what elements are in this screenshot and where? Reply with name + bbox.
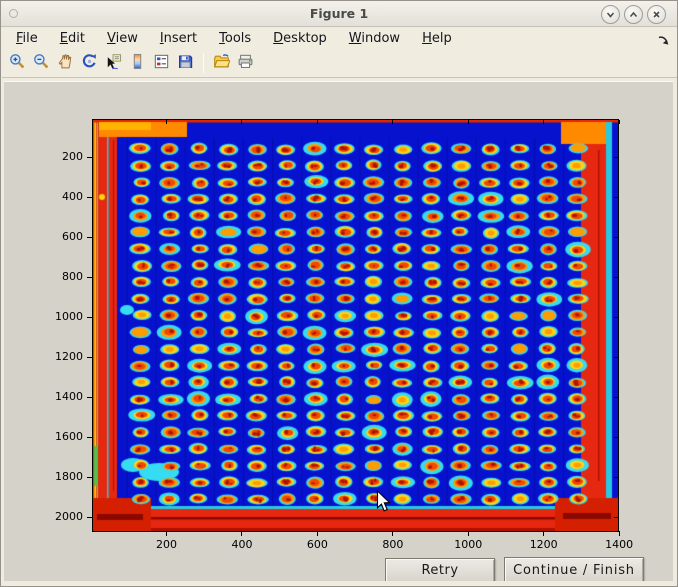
y-tick: [87, 277, 92, 278]
y-tick: [87, 317, 92, 318]
save-figure-button[interactable]: [174, 52, 197, 75]
y-tick-right: [614, 317, 618, 318]
y-tick-label: 400: [39, 190, 83, 203]
y-tick: [87, 477, 92, 478]
insert-legend-button[interactable]: [150, 52, 173, 75]
mouse-cursor: [376, 490, 392, 517]
y-tick-right: [614, 237, 618, 238]
y-tick-label: 200: [39, 150, 83, 163]
x-tick-top: [241, 120, 242, 124]
y-tick-label: 1800: [39, 470, 83, 483]
x-tick: [166, 531, 167, 536]
rotate-3d-button[interactable]: [78, 52, 101, 75]
x-tick-label: 400: [220, 538, 264, 551]
y-tick-label: 2000: [39, 510, 83, 523]
menu-item-edit[interactable]: Edit: [52, 30, 93, 47]
y-tick: [87, 517, 92, 518]
zoom-out-button[interactable]: [30, 52, 53, 75]
zoom-in-button[interactable]: [6, 52, 29, 75]
y-tick-label: 800: [39, 270, 83, 283]
x-tick-top: [543, 120, 544, 124]
menu-item-file[interactable]: File: [8, 30, 46, 47]
figure-window: Figure 1 File Edit View Insert Tools Desktop W…: [0, 0, 678, 587]
y-tick-right: [614, 477, 618, 478]
print-figure-button[interactable]: [234, 52, 257, 75]
menu-item-window[interactable]: Window: [341, 30, 408, 47]
y-tick-label: 1600: [39, 430, 83, 443]
legend-icon: [153, 53, 170, 73]
y-tick-right: [614, 357, 618, 358]
x-tick: [392, 531, 393, 536]
colorbar-icon: [129, 53, 146, 73]
x-tick-top: [392, 120, 393, 124]
printer-icon: [237, 53, 254, 73]
axes: 2004006008001000120014002004006008001000…: [92, 119, 619, 532]
y-tick-right: [614, 277, 618, 278]
y-tick-right: [614, 197, 618, 198]
x-tick-label: 1000: [446, 538, 490, 551]
y-tick-label: 1000: [39, 310, 83, 323]
x-tick-top: [166, 120, 167, 124]
x-tick: [619, 531, 620, 536]
y-tick-right: [614, 517, 618, 518]
pan-button[interactable]: [54, 52, 77, 75]
insert-colorbar-button[interactable]: [126, 52, 149, 75]
y-tick: [87, 357, 92, 358]
menubar-items: File Edit View Insert Tools Desktop Window Help: [8, 30, 466, 47]
titlebar[interactable]: Figure 1: [1, 1, 677, 27]
x-tick-label: 600: [295, 538, 339, 551]
rotate-3d-icon: [81, 53, 98, 73]
menu-item-desktop[interactable]: Desktop: [265, 30, 335, 47]
x-tick: [543, 531, 544, 536]
menu-item-help[interactable]: Help: [414, 30, 460, 47]
y-tick: [87, 437, 92, 438]
x-tick-label: 200: [145, 538, 189, 551]
x-tick-label: 800: [371, 538, 415, 551]
y-tick: [87, 157, 92, 158]
zoom-in-icon: [9, 53, 26, 73]
window-bottom-border: [1, 581, 678, 587]
y-tick: [87, 197, 92, 198]
x-tick-top: [468, 120, 469, 124]
y-tick-right: [614, 157, 618, 158]
x-tick-label: 1200: [522, 538, 566, 551]
menu-item-view[interactable]: View: [99, 30, 146, 47]
x-tick: [317, 531, 318, 536]
data-cursor-icon: [105, 53, 122, 73]
continue-finish-button[interactable]: Continue / Finish: [504, 557, 644, 583]
retry-button[interactable]: Retry: [385, 558, 495, 583]
minimize-button[interactable]: [601, 5, 620, 24]
dock-figure-icon[interactable]: [657, 32, 670, 45]
figure-canvas-area: 200 400 600 800 1000 1200 1400 200 400 600 800 1000…: [4, 81, 673, 581]
zoom-out-icon: [33, 53, 50, 73]
close-button[interactable]: [647, 5, 666, 24]
figure-toolbar: [2, 49, 678, 78]
plate-image[interactable]: [93, 120, 618, 531]
save-icon: [177, 53, 194, 73]
open-folder-icon: [213, 53, 230, 73]
y-tick: [87, 397, 92, 398]
open-file-button[interactable]: [210, 52, 233, 75]
maximize-button[interactable]: [624, 5, 643, 24]
menu-item-insert[interactable]: Insert: [152, 30, 205, 47]
y-tick-label: 1400: [39, 390, 83, 403]
x-tick: [241, 531, 242, 536]
y-tick-label: 1200: [39, 350, 83, 363]
y-tick-right: [614, 437, 618, 438]
toolbar-separator: [203, 53, 204, 73]
y-tick-label: 600: [39, 230, 83, 243]
y-tick-right: [614, 397, 618, 398]
pan-hand-icon: [57, 53, 74, 73]
x-tick-top: [619, 120, 620, 124]
window-left-border: [1, 81, 4, 581]
y-tick: [87, 237, 92, 238]
menubar: File Edit View Insert Tools Desktop Window Help: [2, 28, 678, 49]
data-cursor-button[interactable]: [102, 52, 125, 75]
menu-item-tools[interactable]: Tools: [211, 30, 259, 47]
x-tick-label: 1400: [597, 538, 641, 551]
x-tick-top: [317, 120, 318, 124]
window-title: Figure 1: [1, 1, 677, 27]
window-right-border: [673, 81, 678, 581]
x-tick: [468, 531, 469, 536]
